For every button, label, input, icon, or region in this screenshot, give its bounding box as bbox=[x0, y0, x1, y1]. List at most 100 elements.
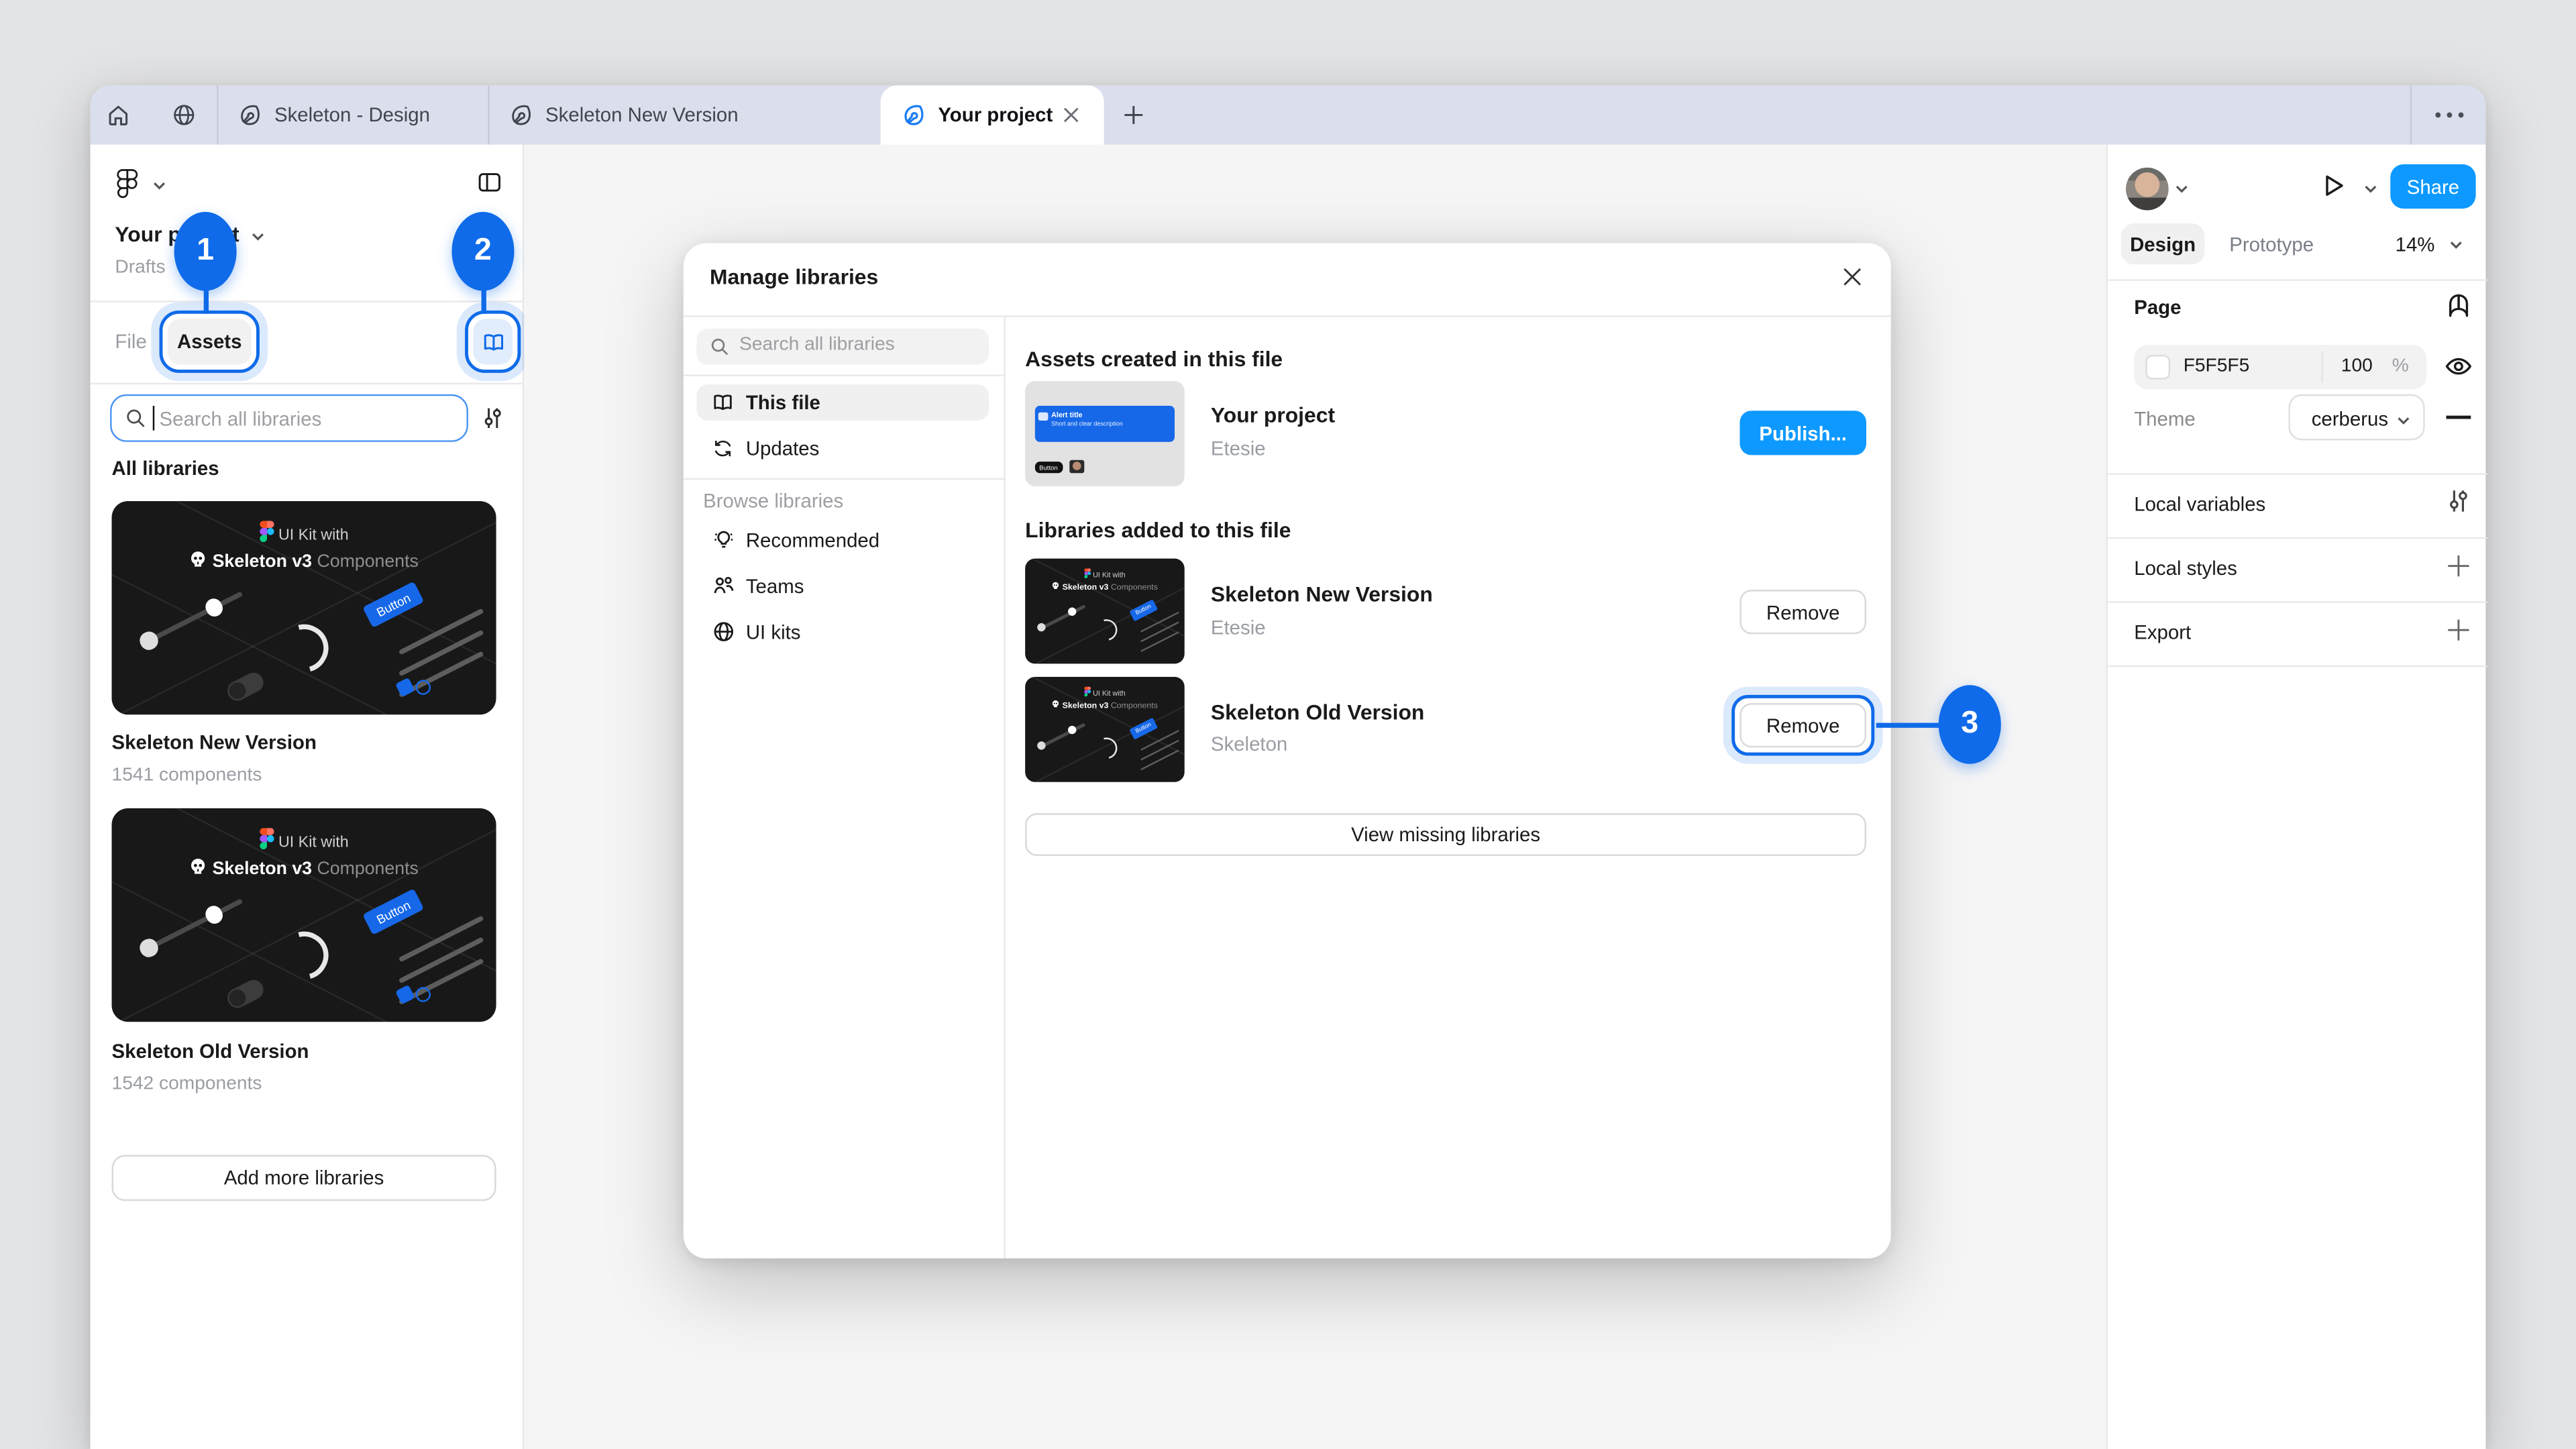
figma-file-icon bbox=[900, 102, 926, 128]
chevron-down-icon[interactable] bbox=[250, 230, 266, 244]
chevron-down-icon[interactable] bbox=[2363, 182, 2379, 196]
variables-sliders-icon[interactable] bbox=[2447, 488, 2471, 514]
search-placeholder: Search all libraries bbox=[160, 407, 322, 430]
library-thumbnail-skeleton-old[interactable]: UI Kit with Skeleton v3 Components Butto… bbox=[112, 808, 496, 1022]
close-tab-icon[interactable] bbox=[1060, 103, 1083, 126]
tab-assets[interactable]: Assets bbox=[168, 319, 252, 365]
remove-theme-minus-icon[interactable] bbox=[2447, 416, 2471, 419]
nav-ui-kits[interactable]: UI kits bbox=[696, 614, 989, 651]
nav-updates[interactable]: Updates bbox=[696, 431, 989, 467]
thumb-toggle bbox=[225, 669, 267, 704]
page-section-label: Page bbox=[2134, 296, 2181, 319]
close-icon[interactable] bbox=[1840, 264, 1865, 289]
library-row-thumbnail: UI Kit with Skeleton v3 Components Butto… bbox=[1025, 559, 1185, 664]
library-button-highlight bbox=[465, 311, 521, 373]
nav-recommended[interactable]: Recommended bbox=[696, 523, 989, 559]
figma-file-icon bbox=[237, 102, 263, 128]
annotation-badge-1: 1 bbox=[174, 212, 237, 291]
annotation-badge-2: 2 bbox=[451, 212, 514, 291]
search-placeholder: Search all libraries bbox=[739, 335, 895, 355]
asset-title: Your project bbox=[1211, 402, 1335, 427]
chevron-down-icon[interactable] bbox=[2174, 182, 2190, 196]
library-thumbnail-skeleton-new[interactable]: UI Kit with Skeleton v3 Components Butto… bbox=[112, 501, 496, 714]
divider bbox=[91, 383, 525, 384]
library-owner: Etesie bbox=[1211, 616, 1266, 639]
eye-icon[interactable] bbox=[2443, 354, 2476, 382]
library-count: 1542 components bbox=[112, 1075, 262, 1094]
add-export-plus-icon[interactable] bbox=[2445, 616, 2473, 644]
annotation-connector-1 bbox=[204, 289, 209, 314]
assets-tab-highlight: Assets bbox=[160, 311, 260, 373]
kit-line2: Skeleton v3 Components bbox=[112, 856, 496, 883]
divider bbox=[2108, 601, 2487, 602]
zoom-level[interactable]: 14% bbox=[2396, 233, 2435, 256]
more-menu-icon[interactable] bbox=[2431, 109, 2467, 122]
thumb-toggle bbox=[225, 976, 267, 1011]
remove-button[interactable]: Remove bbox=[1739, 703, 1866, 747]
add-style-plus-icon[interactable] bbox=[2445, 552, 2473, 580]
color-hex-value[interactable]: F5F5F5 bbox=[2184, 356, 2250, 376]
project-location: Drafts bbox=[115, 258, 165, 277]
globe-icon[interactable] bbox=[171, 102, 197, 128]
export-label: Export bbox=[2134, 621, 2191, 644]
opacity-value[interactable]: 100 bbox=[2341, 356, 2373, 376]
thumb-button: Button bbox=[1034, 461, 1062, 474]
kit-line1: UI Kit with bbox=[112, 828, 496, 856]
divider bbox=[2321, 352, 2322, 383]
avatar[interactable] bbox=[2126, 168, 2169, 211]
nav-this-file[interactable]: This file bbox=[696, 384, 989, 421]
remove-button[interactable]: Remove bbox=[1739, 590, 1866, 634]
divider bbox=[684, 315, 1891, 317]
publish-button[interactable]: Publish... bbox=[1739, 411, 1866, 455]
tab-prototype[interactable]: Prototype bbox=[2229, 233, 2314, 256]
thumb-checkbox bbox=[397, 987, 435, 1006]
chevron-down-icon[interactable] bbox=[151, 179, 167, 193]
book-icon bbox=[711, 391, 734, 414]
library-name[interactable]: Skeleton New Version bbox=[112, 731, 317, 754]
divider bbox=[2108, 473, 2487, 474]
present-play-icon[interactable] bbox=[2318, 171, 2348, 201]
view-missing-libraries-button[interactable]: View missing libraries bbox=[1025, 813, 1866, 856]
color-swatch[interactable] bbox=[2145, 355, 2170, 380]
libraries-added-heading: Libraries added to this file bbox=[1025, 517, 1291, 542]
tab-skeleton-new-version[interactable]: Skeleton New Version bbox=[490, 85, 786, 144]
filter-sliders-icon[interactable] bbox=[482, 406, 504, 431]
figma-logo-icon[interactable] bbox=[115, 168, 143, 201]
divider bbox=[2108, 665, 2487, 667]
theme-dropdown[interactable]: cerberus bbox=[2288, 394, 2424, 441]
share-button[interactable]: Share bbox=[2390, 164, 2475, 209]
asset-owner: Etesie bbox=[1211, 437, 1266, 460]
chevron-down-icon bbox=[2396, 414, 2412, 427]
tab-label: Skeleton - Design bbox=[274, 103, 430, 126]
tab-your-project-active[interactable]: Your project bbox=[881, 85, 1104, 144]
assets-created-heading: Assets created in this file bbox=[1025, 347, 1283, 372]
library-title: Skeleton New Version bbox=[1211, 582, 1433, 606]
opacity-percent: % bbox=[2392, 356, 2409, 376]
annotation-badge-3: 3 bbox=[1939, 685, 2001, 764]
browser-tab-bar: Skeleton - Design Skeleton New Version Y… bbox=[91, 85, 2486, 144]
thumb-slider bbox=[144, 899, 244, 953]
divider bbox=[684, 374, 1004, 376]
modal-search-input[interactable]: Search all libraries bbox=[696, 329, 989, 365]
left-sidebar: Your project Drafts File Assets bbox=[91, 145, 525, 1449]
theme-label: Theme bbox=[2134, 407, 2195, 430]
home-icon[interactable] bbox=[105, 102, 131, 128]
section-all-libraries: All libraries bbox=[112, 457, 219, 480]
styles-icon[interactable] bbox=[2443, 290, 2473, 320]
your-project-thumbnail: Alert title Short and clear description … bbox=[1025, 381, 1185, 486]
nav-teams[interactable]: Teams bbox=[696, 568, 989, 604]
local-variables-label: Local variables bbox=[2134, 493, 2265, 516]
thumb-alert: Alert title Short and clear description bbox=[1034, 407, 1175, 442]
remove-button-highlight: Remove bbox=[1731, 695, 1874, 756]
add-more-libraries-button[interactable]: Add more libraries bbox=[112, 1155, 496, 1201]
tab-skeleton-design[interactable]: Skeleton - Design bbox=[219, 85, 488, 144]
search-input[interactable]: Search all libraries bbox=[110, 394, 468, 442]
library-name[interactable]: Skeleton Old Version bbox=[112, 1040, 309, 1063]
chevron-down-icon[interactable] bbox=[2448, 238, 2464, 252]
tab-design[interactable]: Design bbox=[2121, 223, 2205, 264]
tab-file[interactable]: File bbox=[115, 330, 146, 353]
library-owner: Skeleton bbox=[1211, 733, 1287, 755]
library-book-button[interactable] bbox=[473, 319, 513, 365]
toggle-panel-icon[interactable] bbox=[476, 169, 502, 195]
new-tab-plus-icon[interactable] bbox=[1120, 102, 1146, 128]
